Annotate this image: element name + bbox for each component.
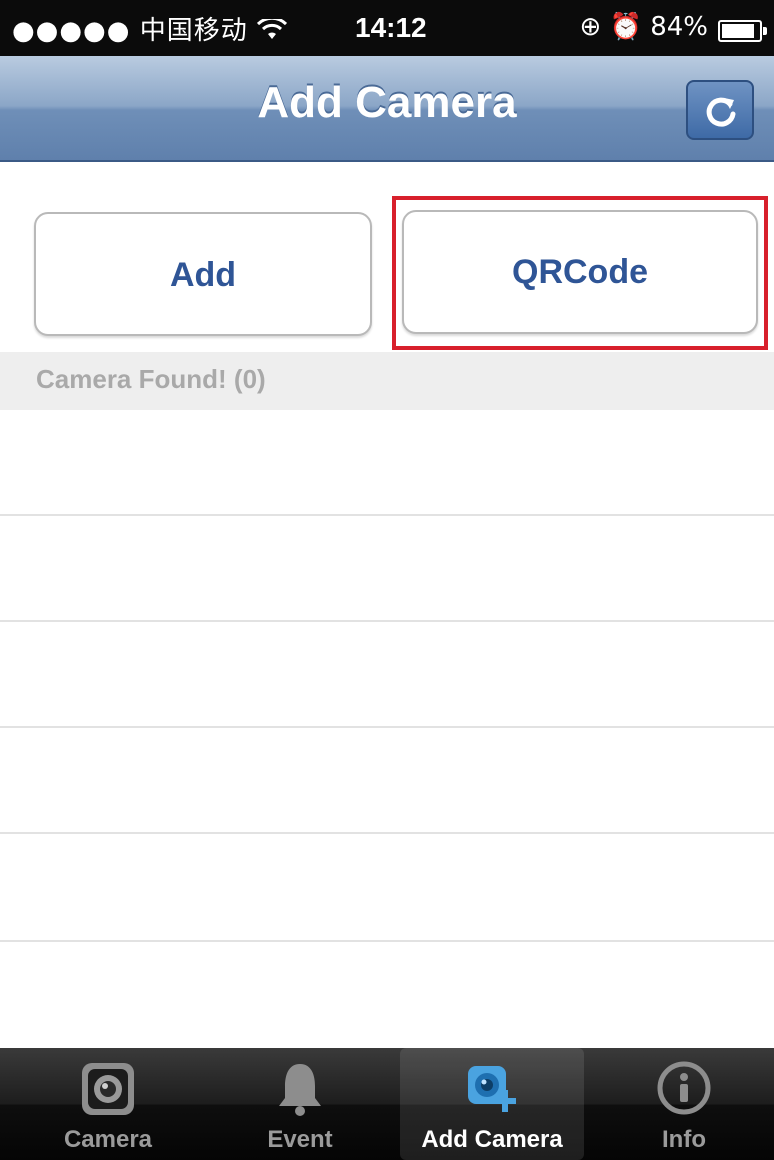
- refresh-button[interactable]: [686, 80, 754, 140]
- tab-add-camera-label: Add Camera: [421, 1126, 563, 1153]
- add-camera-icon: [468, 1066, 516, 1112]
- bell-icon: [279, 1064, 321, 1116]
- battery-percent: 84%: [650, 12, 708, 42]
- tab-info[interactable]: Info: [594, 1048, 774, 1160]
- camera-found-label: Camera Found! (0): [36, 364, 266, 394]
- tab-info-label: Info: [662, 1126, 706, 1153]
- tab-add-camera[interactable]: Add Camera: [400, 1048, 584, 1160]
- tab-event-label: Event: [267, 1126, 333, 1153]
- camera-icon: [82, 1063, 134, 1115]
- main-content: Add QRCode Camera Found! (0): [0, 162, 774, 1048]
- highlight-box: [392, 196, 768, 350]
- carrier-label: ●●●●● 中国移动: [12, 16, 248, 46]
- list-separator: [0, 832, 774, 834]
- camera-found-header: Camera Found! (0): [0, 352, 774, 410]
- tab-bar: Camera Event Add Camera Info: [0, 1048, 774, 1160]
- status-bar: ●●●●● 中国移动 14:12 ⊕ ⏰ 84%: [0, 0, 774, 56]
- list-separator: [0, 514, 774, 516]
- status-right: ⊕ ⏰ 84%: [580, 12, 709, 42]
- clock: 14:12: [355, 12, 427, 43]
- tab-event[interactable]: Event: [210, 1048, 390, 1160]
- page-title: Add Camera: [257, 78, 517, 127]
- navigation-bar: Add Camera: [0, 56, 774, 162]
- refresh-icon: [706, 97, 736, 127]
- list-separator: [0, 620, 774, 622]
- carrier-signal: ●●●●● 中国移动: [12, 10, 288, 47]
- list-separator: [0, 940, 774, 942]
- orientation-lock-icon: ⊕: [579, 12, 602, 42]
- list-separator: [0, 726, 774, 728]
- info-icon: [657, 1061, 711, 1115]
- battery-icon: [718, 20, 767, 42]
- wifi-icon: [256, 16, 288, 46]
- add-button-label: Add: [169, 256, 237, 294]
- add-button[interactable]: Add: [34, 212, 372, 336]
- tab-camera-label: Camera: [63, 1126, 153, 1153]
- alarm-icon: ⏰: [609, 12, 642, 42]
- tab-camera[interactable]: Camera: [18, 1048, 198, 1160]
